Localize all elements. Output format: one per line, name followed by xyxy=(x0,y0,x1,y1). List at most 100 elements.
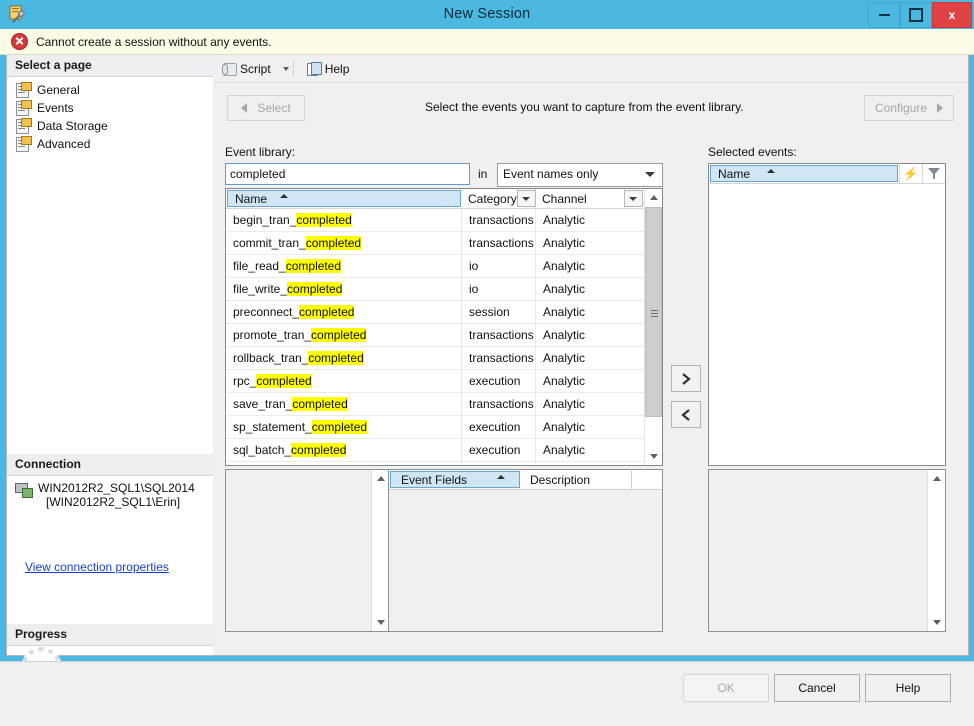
table-row[interactable]: file_read_completed io Analytic xyxy=(226,255,662,278)
scroll-up-button[interactable] xyxy=(645,189,662,206)
table-row[interactable]: preconnect_completed session Analytic xyxy=(226,301,662,324)
selected-events-label: Selected events: xyxy=(708,145,797,159)
search-scope-select[interactable]: Event names only xyxy=(497,163,663,187)
event-library-header-row: Name Category Channel xyxy=(226,189,662,209)
column-header-name-label: Name xyxy=(235,191,268,206)
column-header-category[interactable]: Category xyxy=(461,189,536,208)
cancel-button[interactable]: Cancel xyxy=(774,674,860,702)
table-row[interactable]: promote_tran_completed transactions Analyt… xyxy=(226,324,662,347)
configure-button[interactable]: Configure xyxy=(864,95,954,121)
search-highlight: completed xyxy=(308,351,364,365)
scroll-down-button[interactable] xyxy=(645,448,662,465)
tab-event-fields-label: Event Fields xyxy=(401,472,468,487)
scroll-down-button[interactable] xyxy=(928,614,945,631)
page-icon xyxy=(16,136,32,152)
select-button-label: Select xyxy=(257,101,291,115)
table-row[interactable]: commit_tran_completed transactions Analyti… xyxy=(226,232,662,255)
event-category-cell: transactions xyxy=(462,209,536,231)
tab-description-label: Description xyxy=(530,472,591,487)
table-row[interactable]: save_tran_completed transactions Analytic xyxy=(226,393,662,416)
search-highlight: completed xyxy=(311,420,368,434)
toolbar-separator xyxy=(292,60,294,77)
table-row[interactable]: rpc_completed execution Analytic xyxy=(226,370,662,393)
sort-ascending-icon xyxy=(767,169,775,173)
event-name-cell: commit_tran_completed xyxy=(226,232,462,254)
event-library-detail-scrollbar[interactable] xyxy=(371,470,389,631)
search-highlight: completed xyxy=(296,213,352,227)
instruction-text: Select the events you want to capture fr… xyxy=(425,100,744,114)
table-row[interactable]: sp_statement_completed execution Analytic xyxy=(226,416,662,439)
dialog-footer: OK Cancel Help xyxy=(0,661,974,726)
connection-header: Connection xyxy=(7,454,214,476)
chevron-left-icon xyxy=(241,103,248,113)
scroll-up-button[interactable] xyxy=(928,470,945,487)
selected-events-header-row: Name ⚡ xyxy=(709,164,945,184)
page-icon xyxy=(16,82,32,98)
table-row[interactable]: begin_tran_completed transactions Analytic xyxy=(226,209,662,232)
script-label: Script xyxy=(240,61,271,76)
event-name-cell: rollback_tran_completed xyxy=(226,347,462,369)
help-button[interactable]: Help xyxy=(865,674,951,702)
move-left-button[interactable] xyxy=(671,401,701,428)
script-button[interactable]: Script xyxy=(216,59,277,79)
event-library-grid: Name Category Channel begin_tran_complet… xyxy=(225,188,663,466)
sidebar-item-events[interactable]: Events xyxy=(7,99,214,117)
close-button[interactable]: x xyxy=(932,2,972,28)
select-button[interactable]: Select xyxy=(227,95,305,121)
tab-event-fields[interactable]: Event Fields xyxy=(390,471,520,488)
move-right-button[interactable] xyxy=(671,365,701,392)
table-row[interactable]: sql_batch_completed execution Analytic xyxy=(226,439,662,462)
chevron-left-icon xyxy=(681,408,690,421)
table-row[interactable]: sql_statement_completedexecutionAnalytic xyxy=(226,462,662,464)
event-library-scrollbar[interactable] xyxy=(644,189,662,465)
ok-button[interactable]: OK xyxy=(683,674,769,702)
new-session-dialog: New Session x Cannot create a session wi… xyxy=(0,0,974,726)
tab-description[interactable]: Description xyxy=(520,470,632,489)
error-banner: Cannot create a session without any even… xyxy=(0,29,974,55)
scroll-down-button[interactable] xyxy=(372,614,389,631)
event-channel-cell: Analytic xyxy=(543,420,586,434)
selected-events-bolt-button[interactable]: ⚡ xyxy=(899,164,922,183)
event-library-label: Event library: xyxy=(225,145,296,159)
sidebar-item-advanced[interactable]: Advanced xyxy=(7,135,214,153)
event-category-cell: transactions xyxy=(462,232,536,254)
channel-filter-button[interactable] xyxy=(624,190,643,207)
view-connection-properties-link[interactable]: View connection properties xyxy=(25,560,169,574)
help-button[interactable]: Help xyxy=(301,59,356,79)
tab-filler xyxy=(632,470,662,489)
selected-column-header-name[interactable]: Name xyxy=(710,165,898,182)
minimize-button[interactable] xyxy=(868,2,900,28)
event-name-cell: sp_statement_completed xyxy=(226,416,462,438)
transfer-buttons xyxy=(671,365,701,437)
table-row[interactable]: file_write_completed io Analytic xyxy=(226,278,662,301)
page-icon xyxy=(16,118,32,134)
event-category-cell: execution xyxy=(462,416,536,438)
sidebar-item-general[interactable]: General xyxy=(7,81,214,99)
scrollbar-thumb[interactable] xyxy=(645,207,662,417)
script-icon xyxy=(222,62,237,76)
column-header-name[interactable]: Name xyxy=(227,190,461,207)
event-category-cell: execution xyxy=(462,439,536,461)
connection-server: WIN2012R2_SQL1\SQL2014 xyxy=(38,481,195,495)
search-highlight: completed xyxy=(291,443,347,457)
chevron-down-icon[interactable] xyxy=(282,66,289,71)
scroll-up-button[interactable] xyxy=(372,470,389,487)
event-library-rows[interactable]: begin_tran_completed transactions Analytic… xyxy=(226,209,662,464)
connection-body: WIN2012R2_SQL1\SQL2014 [WIN2012R2_SQL1\E… xyxy=(7,476,214,514)
column-header-category-label: Category xyxy=(468,191,517,206)
table-row[interactable]: rollback_tran_completed transactions Analy… xyxy=(226,347,662,370)
connection-user: [WIN2012R2_SQL1\Erin] xyxy=(46,495,181,509)
search-input[interactable]: completed xyxy=(225,163,470,185)
column-header-channel[interactable]: Channel xyxy=(535,189,646,208)
sort-ascending-icon xyxy=(497,475,505,479)
selected-event-detail-scrollbar[interactable] xyxy=(927,470,945,631)
selected-events-filter-button[interactable] xyxy=(922,164,945,183)
maximize-button[interactable] xyxy=(900,2,932,28)
help-label: Help xyxy=(324,61,350,76)
event-channel-cell: Analytic xyxy=(543,328,586,342)
error-icon xyxy=(11,33,28,50)
sort-ascending-icon xyxy=(280,194,288,198)
event-category-cell: session xyxy=(462,301,536,323)
category-filter-button[interactable] xyxy=(516,190,536,207)
sidebar-item-data-storage[interactable]: Data Storage xyxy=(7,117,214,135)
